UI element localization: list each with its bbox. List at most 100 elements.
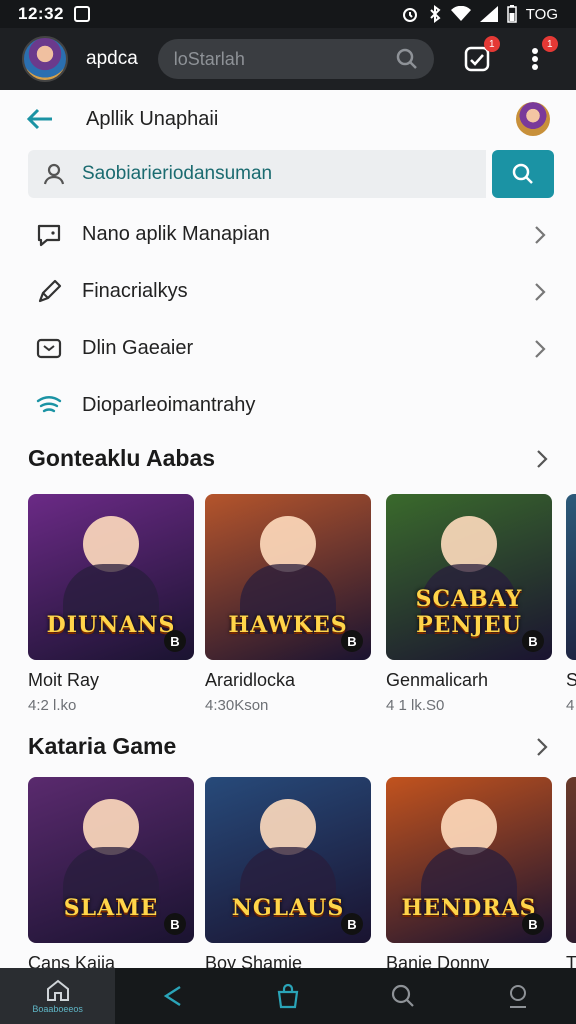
badge-icon: B: [522, 630, 544, 652]
page-header: Apllik Unaphaii: [0, 90, 576, 148]
badge-icon: B: [164, 913, 186, 935]
page-title: Apllik Unaphaii: [86, 107, 219, 130]
alarm-icon: [402, 8, 417, 22]
badge-icon: B: [164, 630, 186, 652]
chevron-right-icon: [535, 225, 546, 244]
back-arrow-icon: [26, 108, 52, 130]
search-button[interactable]: [492, 150, 554, 198]
search-icon: [392, 984, 414, 1007]
menu-item-finacrialkys[interactable]: Finacrialkys: [0, 263, 576, 320]
game-card[interactable]: DIUNANS B Moit Ray 4:2 l.ko: [28, 494, 194, 714]
nav-search[interactable]: [346, 968, 461, 1024]
game-title: Araridlocka: [205, 670, 296, 690]
profile-avatar[interactable]: [22, 36, 68, 82]
battery-text: TOG: [525, 5, 558, 23]
search-icon: [396, 48, 417, 69]
game-meta: 4 1 lk.S0: [386, 697, 445, 714]
chevron-right-icon: [535, 282, 546, 301]
menu-item-label: Nano aplik Manapian: [82, 223, 270, 245]
more-badge: 1: [541, 36, 558, 52]
game-card[interactable]: SLAME B Cans Kaiia: [28, 777, 194, 968]
nav-back[interactable]: [115, 968, 230, 1024]
nav-store[interactable]: [230, 968, 345, 1024]
game-card[interactable]: HAWKES B Araridlocka 4:30Kson: [205, 494, 371, 714]
game-title: Banie Donny: [386, 953, 490, 968]
game-card[interactable]: NGLAUS B Boy Shamie: [205, 777, 371, 968]
more-button[interactable]: 1: [520, 36, 558, 74]
game-thumbnail: [566, 494, 576, 660]
menu-item-label: Dlin Gaeaier: [82, 337, 194, 359]
nav-home[interactable]: Boaaboeeos: [0, 968, 116, 1024]
user-icon: [43, 163, 65, 185]
search-row: [28, 150, 554, 198]
game-thumbnail: [566, 777, 576, 943]
game-thumbnail: HENDRAS B: [386, 777, 552, 943]
status-time: 12:32: [18, 4, 64, 23]
game-title: S: [566, 670, 576, 690]
game-card[interactable]: HENDRAS B Banie Donny: [386, 777, 552, 968]
profile-icon: [510, 985, 527, 1008]
screenshot-icon: [73, 6, 90, 22]
home-icon: [46, 979, 69, 1001]
game-card[interactable]: SCABAY PENJEU B Genmalicarh 4 1 lk.S0: [386, 494, 552, 714]
back-button[interactable]: [26, 104, 56, 134]
menu-item-dlin-gaeaier[interactable]: Dlin Gaeaier: [0, 320, 576, 377]
chat-icon: [34, 220, 64, 250]
game-meta: 4:30Kson: [205, 697, 269, 714]
back-triangle-icon: [163, 985, 181, 1007]
game-title: Boy Shamie: [205, 953, 303, 968]
game-logo-text: HENDRAS: [401, 895, 537, 921]
wifi-icon: [34, 391, 64, 421]
signal-icon: [479, 6, 498, 22]
menu-item-nano-aplik[interactable]: Nano aplik Manapian: [0, 206, 576, 263]
game-thumbnail: DIUNANS B: [28, 494, 194, 660]
nav-home-label: Boaaboeeos: [32, 1004, 83, 1014]
menu-item-label: Finacrialkys: [82, 280, 188, 302]
menu-item-dioparleoimantrahy[interactable]: Dioparleoimantrahy: [0, 377, 576, 434]
nav-profile[interactable]: [461, 968, 576, 1024]
status-icons: TOG: [401, 5, 558, 23]
game-card[interactable]: S 4: [566, 494, 576, 714]
badge-icon: B: [522, 913, 544, 935]
game-title: Moit Ray: [28, 670, 100, 690]
chevron-right-icon: [537, 449, 548, 468]
section-header-gonteaklu[interactable]: Gonteaklu Aabas: [28, 445, 548, 472]
message-icon: [34, 334, 64, 364]
section-title: Gonteaklu Aabas: [28, 445, 216, 471]
game-thumbnail: SCABAY PENJEU B: [386, 494, 552, 660]
game-logo-text: NGLAUS: [231, 895, 345, 921]
page-content: Apllik Unaphaii Nano aplik Manapian Fina…: [0, 90, 576, 968]
bluetooth-icon: [430, 5, 441, 23]
game-logo-text: DIUNANS: [46, 612, 176, 638]
search-input[interactable]: [82, 163, 462, 185]
game-thumbnail: HAWKES B: [205, 494, 371, 660]
bottom-nav: Boaaboeeos: [0, 968, 576, 1024]
wifi-status-icon: [450, 6, 471, 21]
battery-icon: [507, 5, 517, 23]
app-header: apdca loStarlah 1 1: [0, 28, 576, 90]
search-box[interactable]: [28, 150, 486, 198]
bag-icon: [277, 983, 299, 1009]
game-logo-text: SCABAY PENJEU: [415, 586, 523, 638]
game-title: Cans Kaiia: [28, 953, 116, 968]
header-search-bar[interactable]: loStarlah: [157, 39, 434, 79]
menu-list: Nano aplik Manapian Finacrialkys Dlin Ga…: [0, 206, 576, 434]
page-avatar[interactable]: [516, 102, 550, 136]
chevron-right-icon: [535, 339, 546, 358]
section-header-kataria[interactable]: Kataria Game: [28, 733, 548, 760]
game-thumbnail: NGLAUS B: [205, 777, 371, 943]
game-card[interactable]: T: [566, 777, 576, 968]
section-title: Kataria Game: [28, 733, 177, 759]
badge-icon: B: [341, 630, 363, 652]
chevron-right-icon: [537, 737, 548, 756]
header-search-placeholder: loStarlah: [173, 48, 245, 69]
game-row-gonteaklu: DIUNANS B Moit Ray 4:2 l.ko HAWKES B Ara…: [28, 494, 576, 734]
menu-item-label: Dioparleoimantrahy: [82, 394, 256, 416]
game-title: T: [566, 953, 576, 968]
game-logo-text: HAWKES: [228, 612, 348, 638]
app-name: apdca: [86, 48, 138, 69]
pencil-icon: [34, 277, 64, 307]
inbox-badge: 1: [483, 36, 500, 52]
search-icon: [512, 163, 533, 184]
inbox-button[interactable]: 1: [462, 36, 500, 74]
